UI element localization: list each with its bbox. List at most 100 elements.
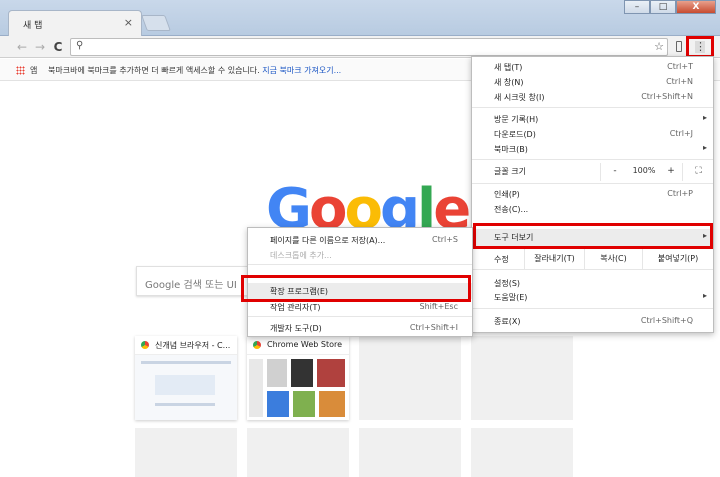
menu-kebab-icon[interactable]: ⋮ — [695, 41, 706, 53]
copy-button[interactable]: 복사(C) — [584, 249, 642, 269]
zoom-in-button[interactable]: + — [660, 163, 682, 181]
menu-divider — [248, 316, 472, 317]
reload-icon[interactable]: C — [50, 39, 66, 55]
chrome-favicon-icon — [141, 341, 149, 349]
menu-item-new-window[interactable]: 새 창(N) Ctrl+N — [472, 74, 713, 90]
address-bar[interactable]: ⚲ ☆ — [70, 38, 668, 56]
maximize-button[interactable]: □ — [650, 0, 676, 14]
menu-button-highlight: ⋮ — [686, 36, 714, 58]
menu-divider — [472, 159, 713, 160]
paste-button[interactable]: 붙여넣기(P) — [642, 249, 713, 269]
window-controls: – □ X — [624, 0, 716, 14]
menu-item-label: 설정(S) — [494, 279, 521, 288]
menu-item-cast[interactable]: 전송(C)... — [472, 201, 713, 217]
thumbnail-block — [249, 359, 263, 417]
menu-item-shortcut: Ctrl+N — [666, 77, 693, 86]
menu-item-exit[interactable]: 종료(X) Ctrl+Shift+Q — [472, 313, 713, 329]
more-tools-highlight-box — [473, 223, 713, 249]
thumbnail-bar — [155, 403, 215, 406]
forward-arrow-icon[interactable]: → — [32, 39, 48, 55]
menu-item-label: 종료(X) — [494, 317, 521, 326]
menu-item-shortcut: Ctrl+Shift+Q — [640, 316, 693, 325]
back-arrow-icon[interactable]: ← — [14, 39, 30, 55]
menu-item-label: 전송(C)... — [494, 205, 529, 214]
title-bar: 새 탭 × – □ X — [0, 0, 720, 36]
new-tab-button[interactable] — [141, 15, 171, 31]
menu-item-new-tab[interactable]: 새 탭(T) Ctrl+T — [472, 59, 713, 75]
close-tab-icon[interactable]: × — [124, 16, 133, 29]
close-window-button[interactable]: X — [676, 0, 716, 14]
menu-item-label: 방문 기록(H) — [494, 115, 539, 124]
thumbnail-block — [293, 391, 315, 417]
most-visited-tile[interactable]: 신개념 브라우저 - C... — [135, 336, 237, 420]
tile-header: 신개념 브라우저 - C... — [135, 336, 237, 354]
thumbnail-block — [267, 391, 289, 417]
search-icon: ⚲ — [76, 40, 84, 51]
bookmark-star-icon[interactable]: ☆ — [654, 40, 664, 53]
submenu-arrow-icon: ▸ — [702, 291, 707, 300]
menu-item-label: 페이지를 다른 이름으로 저장(A)... — [270, 236, 386, 245]
cut-button[interactable]: 잘라내기(T) — [524, 249, 584, 269]
empty-tile — [359, 336, 461, 420]
empty-tile — [135, 428, 237, 477]
tile-thumbnail — [135, 354, 237, 420]
thumbnail-block — [317, 359, 345, 387]
fullscreen-button[interactable]: ⛶ — [682, 163, 713, 181]
menu-item-shortcut: Ctrl+Shift+N — [641, 92, 693, 101]
submenu-item-dev-tools[interactable]: 개발자 도구(D) Ctrl+Shift+I — [248, 320, 472, 336]
empty-tile — [471, 336, 573, 420]
apps-label[interactable]: 앱 — [30, 65, 37, 76]
menu-item-print[interactable]: 인쇄(P) Ctrl+P — [472, 186, 713, 202]
tab-new-tab[interactable]: 새 탭 × — [8, 10, 142, 36]
fullscreen-icon: ⛶ — [695, 166, 702, 176]
thumbnail-block — [155, 375, 215, 395]
menu-divider — [472, 269, 713, 270]
thumbnail-bar — [141, 361, 231, 364]
zoom-out-button[interactable]: - — [600, 163, 628, 181]
apps-grid-icon[interactable] — [16, 66, 25, 75]
menu-item-shortcut: Shift+Esc — [419, 302, 458, 311]
thumbnail-block — [291, 359, 313, 387]
bookmarks-hint: 북마크바에 북마크를 추가하면 더 빠르게 액세스할 수 있습니다. 지금 북마… — [48, 65, 341, 76]
menu-item-label: 인쇄(P) — [494, 190, 520, 199]
menu-item-label: 새 탭(T) — [494, 63, 523, 72]
menu-item-downloads[interactable]: 다운로드(D) Ctrl+J — [472, 126, 713, 142]
zoom-plus: + — [667, 166, 675, 176]
menu-item-label: 새 창(N) — [494, 78, 524, 87]
menu-item-shortcut: Ctrl+T — [667, 62, 693, 71]
menu-divider — [472, 308, 713, 309]
tile-title: 신개념 브라우저 - C... — [155, 341, 231, 350]
menu-item-shortcut: Ctrl+S — [431, 235, 458, 244]
menu-item-shortcut: Ctrl+J — [669, 129, 693, 138]
menu-item-label: 작업 관리자(T) — [270, 303, 321, 312]
submenu-item-save-page[interactable]: 페이지를 다른 이름으로 저장(A)... Ctrl+S — [248, 232, 472, 248]
menu-item-bookmarks[interactable]: 북마크(B) ▸ — [472, 141, 713, 157]
menu-item-label: 데스크톱에 추가... — [270, 251, 332, 260]
zoom-value-cell: 100% — [628, 163, 660, 181]
extensions-highlight-box — [241, 275, 471, 302]
submenu-arrow-icon: ▸ — [702, 113, 707, 122]
menu-item-history[interactable]: 방문 기록(H) ▸ — [472, 111, 713, 127]
menu-divider — [472, 107, 713, 108]
chrome-main-menu: 새 탭(T) Ctrl+T 새 창(N) Ctrl+N 새 시크릿 창(I) C… — [471, 56, 714, 333]
menu-item-label: 개발자 도구(D) — [270, 324, 322, 333]
bookmarks-hint-text: 북마크바에 북마크를 추가하면 더 빠르게 액세스할 수 있습니다. — [48, 66, 263, 75]
empty-tile — [247, 428, 349, 477]
menu-item-label: 다운로드(D) — [494, 130, 536, 139]
most-visited-tile[interactable]: Chrome Web Store — [247, 336, 349, 420]
menu-item-label: 북마크(B) — [494, 145, 528, 154]
extension-icon[interactable] — [676, 41, 682, 52]
menu-item-help[interactable]: 도움말(E) ▸ — [472, 289, 713, 305]
thumbnail-block — [267, 359, 287, 387]
edit-label: 수정 — [494, 255, 509, 264]
submenu-arrow-icon: ▸ — [702, 143, 707, 152]
menu-divider — [248, 264, 472, 265]
menu-item-incognito[interactable]: 새 시크릿 창(I) Ctrl+Shift+N — [472, 89, 713, 105]
minimize-button[interactable]: – — [624, 0, 650, 14]
submenu-item-add-to-desktop[interactable]: 데스크톱에 추가... — [248, 247, 472, 263]
search-placeholder: Google 검색 또는 UI — [145, 280, 237, 291]
chrome-web-store-favicon-icon — [253, 341, 261, 349]
import-bookmarks-link[interactable]: 지금 북마크 가져오기... — [262, 66, 341, 75]
menu-item-shortcut: Ctrl+Shift+I — [409, 323, 458, 332]
menu-item-label: 도움말(E) — [494, 293, 528, 302]
